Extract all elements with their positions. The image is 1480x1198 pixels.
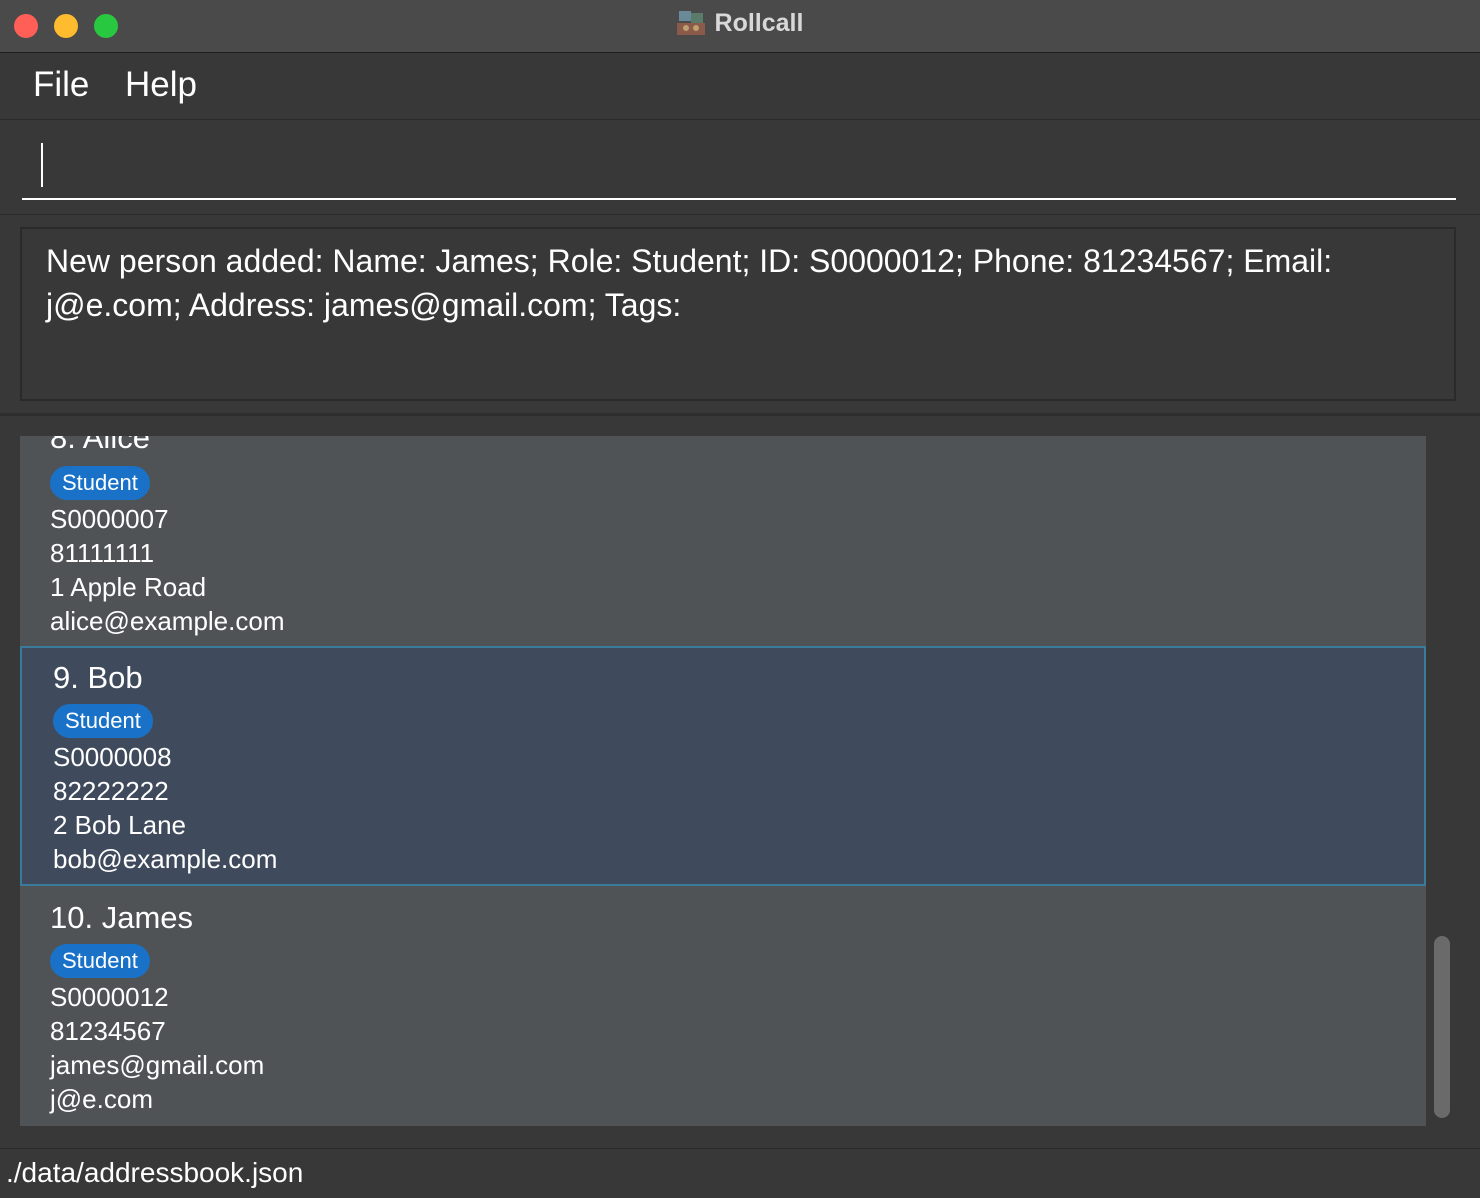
list-scrollbar-thumb[interactable] (1434, 936, 1450, 1118)
person-card-selected[interactable]: 9. Bob Student S0000008 82222222 2 Bob L… (20, 646, 1426, 886)
list-scrollbar[interactable] (1432, 436, 1452, 1126)
rollcall-app-icon (676, 9, 705, 37)
role-tag: Student (53, 704, 153, 738)
person-name: 10. James (50, 900, 194, 935)
app-window: Rollcall File Help New person added: Nam… (0, 0, 1480, 1198)
person-list[interactable]: 8. Alice Student S0000007 81111111 1 App… (20, 436, 1426, 1126)
title-container: Rollcall (0, 0, 1480, 46)
command-box-area (0, 120, 1480, 215)
person-phone: 82222222 (53, 776, 169, 806)
window-title: Rollcall (714, 8, 804, 37)
person-list-panel: 8. Alice Student S0000007 81111111 1 App… (0, 416, 1480, 1146)
menu-file[interactable]: File (33, 65, 89, 105)
menu-bar: File Help (0, 53, 1480, 120)
role-tag: Student (50, 466, 150, 500)
person-email: alice@example.com (50, 606, 285, 636)
person-address: 1 Apple Road (50, 572, 207, 602)
person-address: 2 Bob Lane (53, 810, 187, 840)
person-phone: 81234567 (50, 1016, 166, 1046)
person-id: S0000007 (50, 504, 169, 534)
person-email: j@e.com (50, 1084, 153, 1114)
person-name: 9. Bob (53, 660, 143, 695)
person-id: S0000008 (53, 742, 172, 772)
person-email: bob@example.com (53, 844, 278, 874)
result-message: New person added: Name: James; Role: Stu… (46, 243, 1333, 323)
person-phone: 81111111 (50, 538, 155, 568)
person-id: S0000012 (50, 982, 169, 1012)
command-input[interactable] (22, 138, 1456, 200)
person-address: james@gmail.com (50, 1050, 265, 1080)
result-display: New person added: Name: James; Role: Stu… (20, 227, 1456, 401)
result-display-area: New person added: Name: James; Role: Stu… (0, 215, 1480, 416)
save-file-path: ./data/addressbook.json (6, 1157, 304, 1188)
person-name: 8. Alice (50, 436, 150, 455)
status-bar: ./data/addressbook.json (0, 1148, 1480, 1198)
role-tag: Student (50, 944, 150, 978)
title-bar: Rollcall (0, 0, 1480, 53)
text-caret (41, 143, 43, 187)
person-card[interactable]: 10. James Student S0000012 81234567 jame… (20, 886, 1426, 1126)
person-card[interactable]: 8. Alice Student S0000007 81111111 1 App… (20, 436, 1426, 646)
menu-help[interactable]: Help (125, 65, 197, 105)
